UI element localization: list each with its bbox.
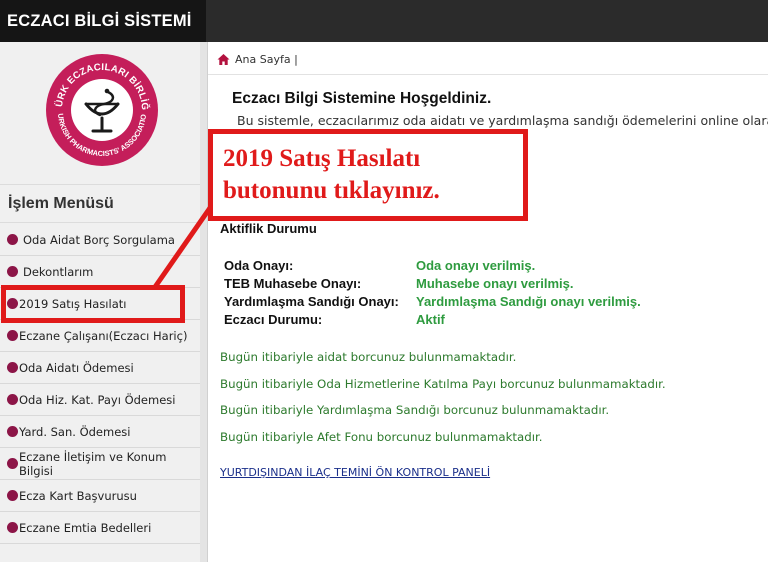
debt-message: Bugün itibariyle aidat borcunuz bulunmam… xyxy=(220,350,517,364)
status-title: Aktiflik Durumu xyxy=(220,221,317,236)
breadcrumb-home-link[interactable]: Ana Sayfa | xyxy=(235,53,298,66)
annotation-line-1: 2019 Satış Hasılatı xyxy=(223,145,421,172)
status-value: Muhasebe onayı verilmiş. xyxy=(416,275,574,291)
sidebar-gutter xyxy=(200,42,208,562)
debt-message: Bugün itibariyle Afet Fonu borcunuz bulu… xyxy=(220,429,543,444)
menu-title: İşlem Menüsü xyxy=(0,185,200,223)
debt-message: Bugün itibariyle Oda Hizmetlerine Katılm… xyxy=(220,376,666,391)
status-row: Eczacı Durumu: Aktif xyxy=(224,310,641,328)
sidebar-item-label: Eczane Emtia Bedelleri xyxy=(19,520,152,535)
sidebar-item-ecza-kart-basvurusu[interactable]: Ecza Kart Başvurusu xyxy=(0,480,200,512)
status-key: Oda Onayı: xyxy=(224,257,294,273)
home-icon[interactable] xyxy=(217,53,230,66)
intro-text: Bu sistemle, eczacılarımız oda aidatı ve… xyxy=(237,113,768,128)
bullet-icon xyxy=(7,330,18,341)
bullet-icon xyxy=(7,394,18,405)
status-key: TEB Muhasebe Onayı: xyxy=(224,275,362,291)
status-value: Yardımlaşma Sandığı onayı verilmiş. xyxy=(416,293,641,309)
sidebar-item-oda-aidati-odemesi[interactable]: Oda Aidatı Ödemesi xyxy=(0,352,200,384)
sidebar-item-label: Eczane Çalışanı(Eczacı Hariç) xyxy=(19,328,188,343)
app-title[interactable]: ECZACI BİLGİ SİSTEMİ xyxy=(0,0,206,42)
debt-message: Bugün itibariyle Yardımlaşma Sandığı bor… xyxy=(220,403,610,417)
debt-messages: Bugün itibariyle aidat borcunuz bulunmam… xyxy=(220,350,666,456)
association-logo: TÜRK ECZACILARI BİRLİĞİ TURKISH PHARMACI… xyxy=(44,52,158,166)
status-row: Yardımlaşma Sandığı Onayı: Yardımlaşma Sa… xyxy=(224,292,641,310)
annotation-line-2: butonunu tıklayınız. xyxy=(223,177,440,204)
bullet-icon xyxy=(7,490,18,501)
breadcrumb: Ana Sayfa | xyxy=(217,50,298,68)
bullet-icon xyxy=(7,266,18,277)
status-value: Oda onayı verilmiş. xyxy=(416,257,536,273)
status-key: Yardımlaşma Sandığı Onayı: xyxy=(224,293,399,309)
sidebar-item-eczane-iletisim-konum[interactable]: Eczane İletişim ve Konum Bilgisi xyxy=(0,448,200,480)
bullet-icon xyxy=(7,522,18,533)
annotation-callout: 2019 Satış Hasılatı butonunu tıklayınız. xyxy=(208,129,528,221)
sidebar-item-label: Oda Aidatı Ödemesi xyxy=(19,360,134,375)
status-row: Oda Onayı: Oda onayı verilmiş. xyxy=(224,256,641,274)
sidebar: TÜRK ECZACILARI BİRLİĞİ TURKISH PHARMACI… xyxy=(0,42,201,562)
bullet-icon xyxy=(7,426,18,437)
sidebar-item-oda-aidat-borc-sorgulama[interactable]: Oda Aidat Borç Sorgulama xyxy=(0,224,200,256)
sidebar-item-label: Yard. San. Ödemesi xyxy=(19,424,131,439)
import-control-panel-link[interactable]: YURTDIŞINDAN İLAÇ TEMİNİ ÖN KONTROL PANE… xyxy=(220,466,490,479)
sidebar-item-2019-satis-hasilati[interactable]: 2019 Satış Hasılatı xyxy=(0,288,200,320)
sidebar-item-yard-san-odemesi[interactable]: Yard. San. Ödemesi xyxy=(0,416,200,448)
breadcrumb-divider xyxy=(208,74,768,75)
sidebar-item-label: Ecza Kart Başvurusu xyxy=(19,488,137,503)
bullet-icon xyxy=(7,234,18,245)
sidebar-item-eczane-emtia-bedelleri[interactable]: Eczane Emtia Bedelleri xyxy=(0,512,200,544)
page-title: Eczacı Bilgi Sistemine Hoşgeldiniz. xyxy=(232,90,492,107)
status-value: Aktif xyxy=(416,311,445,327)
status-row: TEB Muhasebe Onayı: Muhasebe onayı verilm… xyxy=(224,274,641,292)
sidebar-item-label: Dekontlarım xyxy=(23,264,94,279)
sidebar-item-label: Oda Aidat Borç Sorgulama xyxy=(23,232,175,247)
bullet-icon xyxy=(7,298,18,309)
bullet-icon xyxy=(7,458,18,469)
sidebar-item-eczane-calisani[interactable]: Eczane Çalışanı(Eczacı Hariç) xyxy=(0,320,200,352)
logo-area: TÜRK ECZACILARI BİRLİĞİ TURKISH PHARMACI… xyxy=(0,42,200,185)
sidebar-item-oda-hiz-kat-payi-odemesi[interactable]: Oda Hiz. Kat. Payı Ödemesi xyxy=(0,384,200,416)
bullet-icon xyxy=(7,362,18,373)
status-table: Oda Onayı: Oda onayı verilmiş. TEB Muhase… xyxy=(224,256,641,328)
sidebar-item-label: Eczane İletişim ve Konum Bilgisi xyxy=(19,449,167,478)
sidebar-item-dekontlarim[interactable]: Dekontlarım xyxy=(0,256,200,288)
sidebar-item-label: 2019 Satış Hasılatı xyxy=(19,296,127,311)
sidebar-menu: Oda Aidat Borç Sorgulama Dekontlarım 201… xyxy=(0,224,200,544)
sidebar-item-label: Oda Hiz. Kat. Payı Ödemesi xyxy=(19,392,176,407)
status-key: Eczacı Durumu: xyxy=(224,311,323,327)
